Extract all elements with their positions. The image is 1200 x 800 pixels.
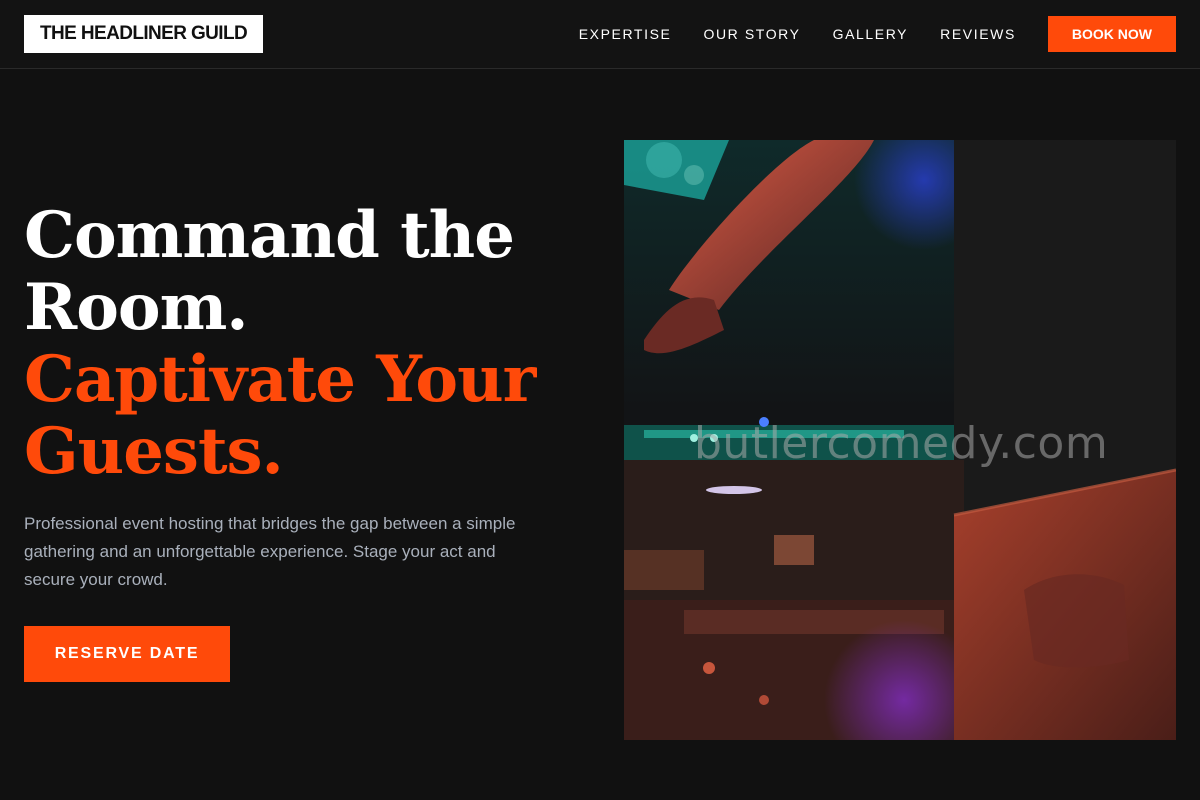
hero-title-line-3: Captivate Your (24, 342, 536, 417)
hero-description: Professional event hosting that bridges … (24, 514, 516, 589)
hero-title: Command the Room. Captivate Your Guests. (24, 200, 584, 488)
brand-logo[interactable]: THE HEADLINER GUILD (24, 15, 264, 53)
hero-text: Command the Room. Captivate Your Guests.… (24, 200, 584, 594)
hero-title-line-1: Command the (24, 198, 515, 273)
image-watermark: butlercomedy.com (694, 418, 1109, 469)
book-now-button[interactable]: BOOK NOW (1047, 16, 1176, 52)
hero-image: butlercomedy.com (624, 140, 1176, 740)
hero-title-line-4: Guests. (24, 414, 284, 489)
nav-link-reviews[interactable]: REVIEWS (940, 26, 1016, 42)
nav-link-our-story[interactable]: OUR STORY (703, 26, 800, 42)
nav-link-gallery[interactable]: GALLERY (833, 26, 909, 42)
main-nav: EXPERTISE OUR STORY GALLERY REVIEWS BOOK… (579, 16, 1176, 52)
reserve-date-button[interactable]: RESERVE DATE (24, 626, 230, 682)
hero-title-line-2: Room. (24, 270, 249, 345)
nav-link-expertise[interactable]: EXPERTISE (579, 26, 672, 42)
site-header: THE HEADLINER GUILD EXPERTISE OUR STORY … (0, 0, 1200, 69)
